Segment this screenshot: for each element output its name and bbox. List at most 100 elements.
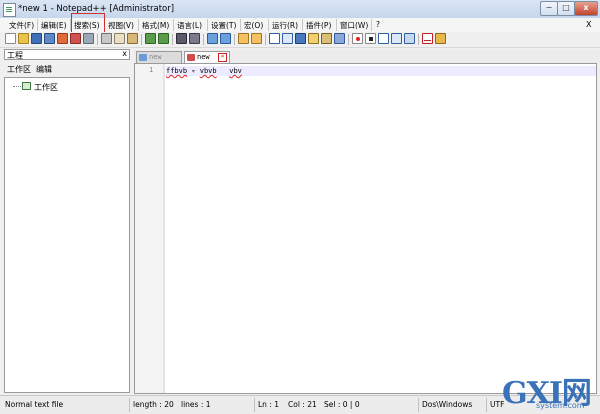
status-separator [254,398,255,412]
menu-separator [240,19,241,31]
menu-language[interactable]: 语言(L) [177,20,202,31]
spellcheck-icon[interactable] [422,33,433,44]
toolbar-separator [234,34,235,45]
folder-workspace-icon[interactable] [334,33,345,44]
toolbar-separator [418,34,419,45]
close-icon[interactable] [57,33,68,44]
menu-format[interactable]: 格式(M) [142,20,169,31]
word-wrap-icon[interactable] [269,33,280,44]
status-ln: Ln : 1 [258,400,279,409]
save-macro-icon[interactable] [404,33,415,44]
save-all-icon[interactable] [44,33,55,44]
code-token: ffbvb [166,67,188,75]
maximize-button[interactable]: □ [557,1,575,16]
close-document-button[interactable]: X [586,20,591,29]
code-token: ▿ [187,67,200,75]
panel-menu-edit[interactable]: 编辑 [36,64,52,75]
open-file-icon[interactable] [18,33,29,44]
zoom-in-icon[interactable] [207,33,218,44]
toolbar-separator [141,34,142,45]
tab-bar: new new × [134,50,600,63]
status-lines: lines : 1 [181,400,211,409]
project-panel-title: 工程 [7,51,23,60]
play-macro-icon[interactable] [378,33,389,44]
toolbar-separator [97,34,98,45]
menu-macro[interactable]: 宏(O) [244,20,263,31]
menu-file[interactable]: 文件(F) [9,20,34,31]
editor-area[interactable]: 1 ffbvb ▿ vbvb vbv [134,63,597,394]
redo-icon[interactable] [158,33,169,44]
menu-separator [173,19,174,31]
close-window-button[interactable]: x [574,1,598,16]
site-watermark: GXI网 system.com [496,368,600,414]
menu-settings[interactable]: 设置(T) [211,20,236,31]
plugin-icon[interactable] [435,33,446,44]
cut-icon[interactable] [101,33,112,44]
tab-new-2[interactable]: new × [184,51,230,63]
watermark-domain: system.com [536,401,585,410]
stop-macro-icon[interactable] [365,33,376,44]
menu-view[interactable]: 视图(V) [108,20,134,31]
paste-icon[interactable] [127,33,138,44]
status-separator [129,398,130,412]
status-length: length : 20 [133,400,174,409]
minimize-button[interactable]: − [540,1,558,16]
indent-guide-icon[interactable] [295,33,306,44]
sync-v-icon[interactable] [238,33,249,44]
tab-label: new [149,53,162,61]
menu-separator [302,19,303,31]
unsaved-file-tab-icon [187,54,195,61]
print-icon[interactable] [83,33,94,44]
record-macro-icon[interactable] [352,33,363,44]
status-eol: Dos\Windows [422,400,473,409]
notepad-app-icon [3,3,16,17]
line-number: 1 [149,66,154,74]
project-tree: 工作区 [4,77,130,393]
status-col: Col : 21 [288,400,317,409]
toolbar-separator [265,34,266,45]
menu-separator [138,19,139,31]
new-file-icon[interactable] [5,33,16,44]
panel-menu-workspace[interactable]: 工作区 [7,64,31,75]
menu-separator [336,19,337,31]
save-icon[interactable] [31,33,42,44]
toolbar-separator [172,34,173,45]
tree-item-workspace[interactable]: 工作区 [34,82,58,93]
menu-separator [268,19,269,31]
menu-edit[interactable]: 编辑(E) [41,20,67,31]
search-menu-highlight-box [71,13,105,33]
close-all-icon[interactable] [70,33,81,44]
replace-icon[interactable] [189,33,200,44]
function-list-icon[interactable] [321,33,332,44]
undo-icon[interactable] [145,33,156,44]
line-number-gutter [135,64,164,393]
status-separator [418,398,419,412]
copy-icon[interactable] [114,33,125,44]
status-file-type: Normal text file [5,400,64,409]
code-token: vbv [229,67,242,75]
menu-help[interactable]: ? [376,20,380,29]
menu-window[interactable]: 窗口(W) [340,20,368,31]
tab-close-icon[interactable]: × [218,53,227,62]
menu-separator [37,19,38,31]
run-macro-multiple-icon[interactable] [391,33,402,44]
project-panel-close-button[interactable]: x [122,49,127,58]
status-sel: Sel : 0 | 0 [324,400,360,409]
project-panel-header: 工程 x [4,49,130,60]
code-line[interactable]: ffbvb ▿ vbvb vbv [166,66,242,76]
file-tab-icon [139,54,147,61]
find-icon[interactable] [176,33,187,44]
fold-margin [163,64,165,393]
tab-new-1[interactable]: new [136,51,182,63]
doc-map-icon[interactable] [308,33,319,44]
menu-plugins[interactable]: 插件(P) [306,20,331,31]
code-token: vbvb [199,67,217,75]
workspace-icon [22,82,31,90]
sync-h-icon[interactable] [251,33,262,44]
tab-label: new [197,53,210,61]
show-all-chars-icon[interactable] [282,33,293,44]
toolbar-separator [348,34,349,45]
menu-run[interactable]: 运行(R) [272,20,298,31]
zoom-out-icon[interactable] [220,33,231,44]
